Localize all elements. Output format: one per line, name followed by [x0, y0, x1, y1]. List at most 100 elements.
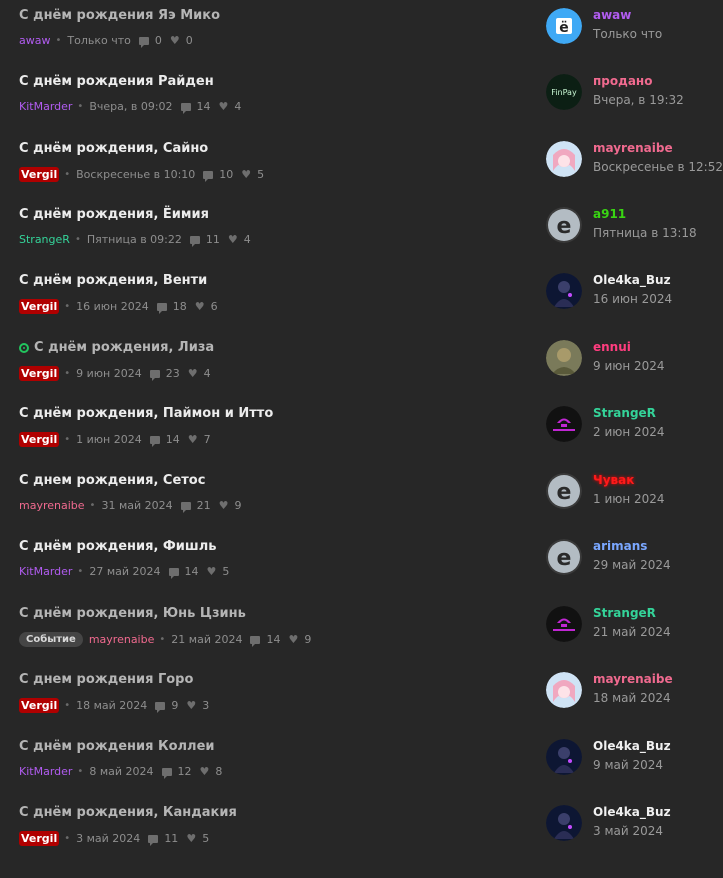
thread-title[interactable]: С днём рождения, Венти	[19, 273, 207, 288]
thread-row[interactable]: С днём рождения, Паймон и Итто Vergil • 1 и…	[0, 402, 723, 468]
last-poster-name[interactable]: a911	[593, 207, 626, 221]
thread-author[interactable]: Vergil	[19, 366, 60, 381]
thread-title-text[interactable]: С днём рождения, Кандакия	[19, 805, 237, 820]
thread-title-text[interactable]: С днём рождения, Лиза	[34, 340, 214, 355]
thread-author[interactable]: Vergil	[19, 432, 60, 447]
thread-author[interactable]: StrangeR	[19, 233, 70, 246]
last-post-date[interactable]: 29 май 2024	[593, 558, 671, 572]
last-poster-avatar[interactable]	[546, 141, 582, 177]
thread-title[interactable]: С днём рождения, Лиза	[19, 340, 214, 355]
last-poster-avatar[interactable]: e	[546, 207, 582, 243]
thread-title-text[interactable]: С днём рождения, Сайно	[19, 141, 208, 156]
thread-author[interactable]: Vergil	[19, 167, 60, 182]
last-poster-name[interactable]: StrangeR	[593, 606, 656, 620]
thread-author[interactable]: mayrenaibe	[19, 499, 85, 512]
last-poster-avatar[interactable]: e	[546, 539, 582, 575]
thread-row[interactable]: С днём рождения Коллеи KitMarder • 8 май 20…	[0, 735, 723, 801]
last-poster-name[interactable]: ennui	[593, 340, 631, 354]
last-poster-name[interactable]: Ole4ka_Buz	[593, 273, 671, 287]
last-poster-avatar[interactable]	[546, 739, 582, 775]
thread-row[interactable]: С днём рождения, Венти Vergil • 16 июн 2024…	[0, 269, 723, 335]
thread-author[interactable]: KitMarder	[19, 100, 72, 113]
thread-date[interactable]: 3 май 2024	[76, 832, 140, 845]
event-prefix-badge[interactable]: Событие	[19, 632, 83, 647]
last-poster-name[interactable]: Ole4ka_Buz	[593, 739, 671, 753]
thread-title[interactable]: С днем рождения Горо	[19, 672, 193, 687]
thread-date[interactable]: 18 май 2024	[76, 699, 147, 712]
thread-author[interactable]: KitMarder	[19, 765, 72, 778]
thread-author[interactable]: awaw	[19, 34, 50, 47]
last-poster-name[interactable]: StrangeR	[593, 406, 656, 420]
thread-row[interactable]: С днём рождения Яэ Мико awaw • Только что 0 ♥…	[0, 4, 723, 70]
thread-title[interactable]: С днём рождения, Сайно	[19, 141, 208, 156]
thread-date[interactable]: Только что	[67, 34, 130, 47]
thread-title-text[interactable]: С днем рождения Горо	[19, 672, 193, 687]
thread-row[interactable]: С днём рождения, Ёимия StrangeR • Пятница в…	[0, 203, 723, 269]
thread-title[interactable]: С днём рождения Коллеи	[19, 739, 215, 754]
last-post-date[interactable]: 9 май 2024	[593, 758, 663, 772]
thread-date[interactable]: 1 июн 2024	[76, 433, 142, 446]
thread-title-text[interactable]: С днем рождения, Сетос	[19, 473, 205, 488]
last-poster-name[interactable]: awaw	[593, 8, 631, 22]
thread-date[interactable]: 8 май 2024	[89, 765, 153, 778]
last-poster-name[interactable]: продано	[593, 74, 652, 88]
thread-title[interactable]: С днём рождения, Паймон и Итто	[19, 406, 273, 421]
last-poster-avatar[interactable]: ё	[546, 8, 582, 44]
thread-row[interactable]: С днём рождения, Лиза Vergil • 9 июн 2024 23…	[0, 336, 723, 402]
last-poster-avatar[interactable]	[546, 340, 582, 376]
thread-title-text[interactable]: С днём рождения Яэ Мико	[19, 8, 220, 23]
thread-row[interactable]: С днём рождения, Фишль KitMarder • 27 май 2…	[0, 535, 723, 601]
last-poster-avatar[interactable]: e	[546, 473, 582, 509]
thread-row[interactable]: С днем рождения, Сетос mayrenaibe • 31 май …	[0, 469, 723, 535]
thread-title-text[interactable]: С днём рождения, Фишль	[19, 539, 216, 554]
thread-author[interactable]: Vergil	[19, 831, 60, 846]
last-post-date[interactable]: Вчера, в 19:32	[593, 93, 684, 107]
last-post-date[interactable]: 1 июн 2024	[593, 492, 665, 506]
last-poster-avatar[interactable]: FinPay	[546, 74, 582, 110]
last-poster-avatar[interactable]	[546, 273, 582, 309]
last-poster-avatar[interactable]	[546, 672, 582, 708]
last-post-date[interactable]: 3 май 2024	[593, 824, 663, 838]
last-poster-avatar[interactable]	[546, 406, 582, 442]
last-poster-name[interactable]: Ole4ka_Buz	[593, 805, 671, 819]
thread-title-text[interactable]: С днём рождения, Юнь Цзинь	[19, 606, 246, 621]
last-poster-name[interactable]: mayrenaibe	[593, 141, 673, 155]
thread-date[interactable]: 21 май 2024	[171, 633, 242, 646]
thread-row[interactable]: С днём рождения, Юнь Цзинь Событие mayrena…	[0, 602, 723, 668]
last-poster-avatar[interactable]	[546, 606, 582, 642]
thread-date[interactable]: 9 июн 2024	[76, 367, 142, 380]
thread-title[interactable]: С днём рождения, Кандакия	[19, 805, 237, 820]
thread-title[interactable]: С днем рождения, Сетос	[19, 473, 205, 488]
thread-title[interactable]: С днём рождения Яэ Мико	[19, 8, 220, 23]
thread-author[interactable]: Vergil	[19, 299, 60, 314]
thread-row[interactable]: С днём рождения, Кандакия Vergil • 3 май 20…	[0, 801, 723, 867]
thread-date[interactable]: Пятница в 09:22	[87, 233, 182, 246]
last-post-date[interactable]: 18 май 2024	[593, 691, 671, 705]
thread-author[interactable]: KitMarder	[19, 565, 72, 578]
last-post-date[interactable]: 16 июн 2024	[593, 292, 672, 306]
thread-title-text[interactable]: С днём рождения Райден	[19, 74, 214, 89]
last-post-date[interactable]: 21 май 2024	[593, 625, 671, 639]
last-post-date[interactable]: 2 июн 2024	[593, 425, 665, 439]
last-post-date[interactable]: Пятница в 13:18	[593, 226, 697, 240]
last-poster-name[interactable]: Чувак	[593, 473, 634, 487]
thread-date[interactable]: 16 июн 2024	[76, 300, 149, 313]
thread-row[interactable]: С днём рождения, Сайно Vergil • Воскресенье…	[0, 137, 723, 203]
thread-title[interactable]: С днём рождения, Фишль	[19, 539, 216, 554]
thread-title-text[interactable]: С днём рождения, Паймон и Итто	[19, 406, 273, 421]
thread-title[interactable]: С днём рождения, Ёимия	[19, 207, 209, 222]
thread-row[interactable]: С днём рождения Райден KitMarder • Вчера, в…	[0, 70, 723, 136]
thread-title-text[interactable]: С днём рождения Коллеи	[19, 739, 215, 754]
last-post-date[interactable]: Воскресенье в 12:52	[593, 160, 723, 174]
thread-title-text[interactable]: С днём рождения, Венти	[19, 273, 207, 288]
thread-author[interactable]: mayrenaibe	[89, 633, 155, 646]
thread-title[interactable]: С днём рождения, Юнь Цзинь	[19, 606, 246, 621]
thread-title[interactable]: С днём рождения Райден	[19, 74, 214, 89]
last-poster-avatar[interactable]	[546, 805, 582, 841]
thread-row[interactable]: С днем рождения Горо Vergil • 18 май 2024 9 ♥…	[0, 668, 723, 734]
thread-date[interactable]: Вчера, в 09:02	[89, 100, 172, 113]
last-post-date[interactable]: 9 июн 2024	[593, 359, 665, 373]
thread-date[interactable]: 27 май 2024	[89, 565, 160, 578]
last-poster-name[interactable]: arimans	[593, 539, 647, 553]
thread-title-text[interactable]: С днём рождения, Ёимия	[19, 207, 209, 222]
